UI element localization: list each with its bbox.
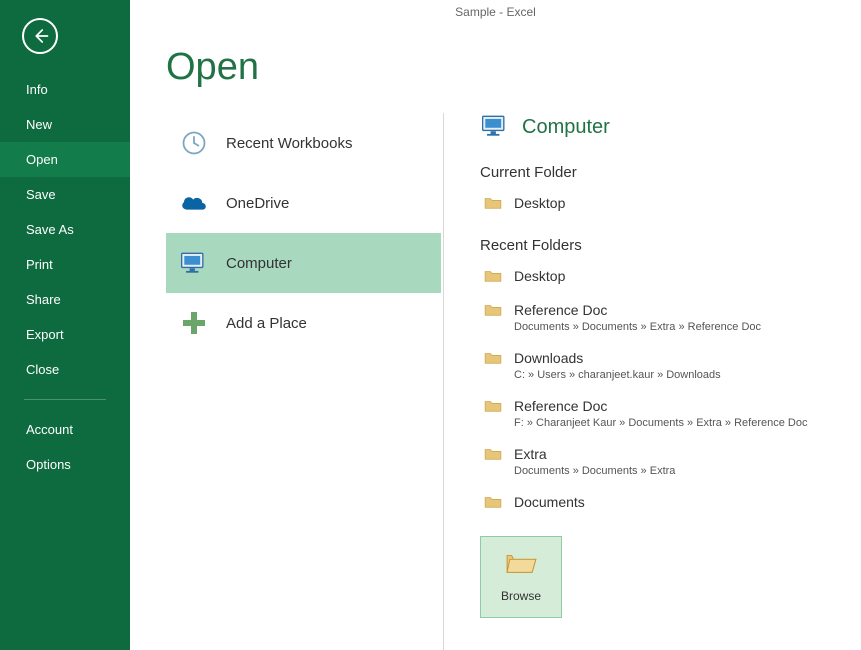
sidebar-item-label: New: [26, 117, 52, 132]
folder-name: Extra: [514, 446, 839, 463]
sidebar: Info New Open Save Save As Print Share E…: [0, 0, 130, 650]
folder-icon: [484, 399, 504, 416]
folder-icon: [484, 269, 504, 286]
titlebar: Sample - Excel: [130, 0, 861, 24]
folder-text: Documents: [514, 494, 839, 511]
folder-name: Downloads: [514, 350, 839, 367]
place-label: Computer: [226, 255, 292, 272]
folder-name: Reference Doc: [514, 398, 839, 415]
folder-entry[interactable]: Reference Doc Documents » Documents » Ext…: [480, 296, 839, 344]
arrow-left-icon: [31, 27, 49, 45]
folder-entry[interactable]: Desktop: [480, 262, 839, 296]
current-folder-label: Current Folder: [480, 164, 839, 181]
content: Open Recent Workbooks: [130, 0, 861, 650]
folder-path: F: » Charanjeet Kaur » Documents » Extra…: [514, 417, 839, 430]
back-button[interactable]: [22, 18, 58, 54]
folder-entry[interactable]: Reference Doc F: » Charanjeet Kaur » Docu…: [480, 392, 839, 440]
computer-icon: [176, 245, 212, 281]
folder-name: Desktop: [514, 195, 839, 212]
sidebar-item-label: Close: [26, 362, 59, 377]
place-label: Recent Workbooks: [226, 135, 352, 152]
folder-name: Desktop: [514, 268, 839, 285]
columns: Recent Workbooks OneDrive: [166, 113, 861, 650]
recent-folders-label: Recent Folders: [480, 237, 839, 254]
folder-text: Desktop: [514, 195, 839, 212]
folder-text: Reference Doc F: » Charanjeet Kaur » Docu…: [514, 398, 839, 430]
sidebar-item-label: Info: [26, 82, 48, 97]
place-add-a-place[interactable]: Add a Place: [166, 293, 441, 353]
recent-folders-section: Recent Folders Desktop Reference Doc Docum…: [480, 237, 839, 522]
sidebar-item-label: Save As: [26, 222, 74, 237]
sidebar-item-options[interactable]: Options: [0, 447, 130, 482]
folder-name: Reference Doc: [514, 302, 839, 319]
folder-entry[interactable]: Documents: [480, 488, 839, 522]
sidebar-divider: [24, 399, 106, 400]
folder-icon: [484, 447, 504, 464]
sidebar-item-save[interactable]: Save: [0, 177, 130, 212]
sidebar-item-export[interactable]: Export: [0, 317, 130, 352]
folder-entry[interactable]: Extra Documents » Documents » Extra: [480, 440, 839, 488]
sidebar-item-info[interactable]: Info: [0, 72, 130, 107]
sidebar-item-label: Options: [26, 457, 71, 472]
sidebar-item-share[interactable]: Share: [0, 282, 130, 317]
place-onedrive[interactable]: OneDrive: [166, 173, 441, 233]
places-list: Recent Workbooks OneDrive: [166, 113, 444, 650]
folder-path: Documents » Documents » Extra: [514, 465, 839, 478]
recent-folders-list: Desktop Reference Doc Documents » Document…: [480, 262, 839, 522]
folder-text: Reference Doc Documents » Documents » Ext…: [514, 302, 839, 334]
sidebar-item-label: Save: [26, 187, 56, 202]
clock-icon: [176, 125, 212, 161]
place-label: Add a Place: [226, 315, 307, 332]
browse-label: Browse: [501, 589, 541, 603]
folder-icon: [484, 196, 504, 213]
location-heading-text: Computer: [522, 116, 610, 139]
browse-button[interactable]: Browse: [480, 536, 562, 618]
folder-text: Downloads C: » Users » charanjeet.kaur » …: [514, 350, 839, 382]
page-title: Open: [166, 46, 861, 89]
sidebar-item-close[interactable]: Close: [0, 352, 130, 387]
sidebar-item-new[interactable]: New: [0, 107, 130, 142]
sidebar-item-account[interactable]: Account: [0, 412, 130, 447]
folder-text: Extra Documents » Documents » Extra: [514, 446, 839, 478]
sidebar-item-label: Account: [26, 422, 73, 437]
location-panel: Computer Current Folder Desktop Recent F…: [444, 113, 861, 650]
plus-icon: [176, 305, 212, 341]
folder-open-icon: [504, 550, 538, 579]
folder-path: C: » Users » charanjeet.kaur » Downloads: [514, 369, 839, 382]
sidebar-item-print[interactable]: Print: [0, 247, 130, 282]
folder-icon: [484, 495, 504, 512]
sidebar-item-label: Share: [26, 292, 61, 307]
cloud-icon: [176, 185, 212, 221]
folder-name: Documents: [514, 494, 839, 511]
sidebar-item-save-as[interactable]: Save As: [0, 212, 130, 247]
window-title: Sample - Excel: [455, 5, 536, 19]
computer-icon: [480, 113, 510, 142]
place-recent-workbooks[interactable]: Recent Workbooks: [166, 113, 441, 173]
folder-icon: [484, 351, 504, 368]
sidebar-item-open[interactable]: Open: [0, 142, 130, 177]
place-computer[interactable]: Computer: [166, 233, 441, 293]
folder-entry[interactable]: Downloads C: » Users » charanjeet.kaur » …: [480, 344, 839, 392]
folder-path: Documents » Documents » Extra » Referenc…: [514, 321, 839, 334]
sidebar-item-label: Export: [26, 327, 64, 342]
folder-text: Desktop: [514, 268, 839, 285]
main-area: Info New Open Save Save As Print Share E…: [0, 0, 861, 650]
location-heading: Computer: [480, 113, 839, 142]
sidebar-item-label: Print: [26, 257, 53, 272]
folder-icon: [484, 303, 504, 320]
place-label: OneDrive: [226, 195, 289, 212]
sidebar-item-label: Open: [26, 152, 58, 167]
folder-entry[interactable]: Desktop: [480, 189, 839, 223]
